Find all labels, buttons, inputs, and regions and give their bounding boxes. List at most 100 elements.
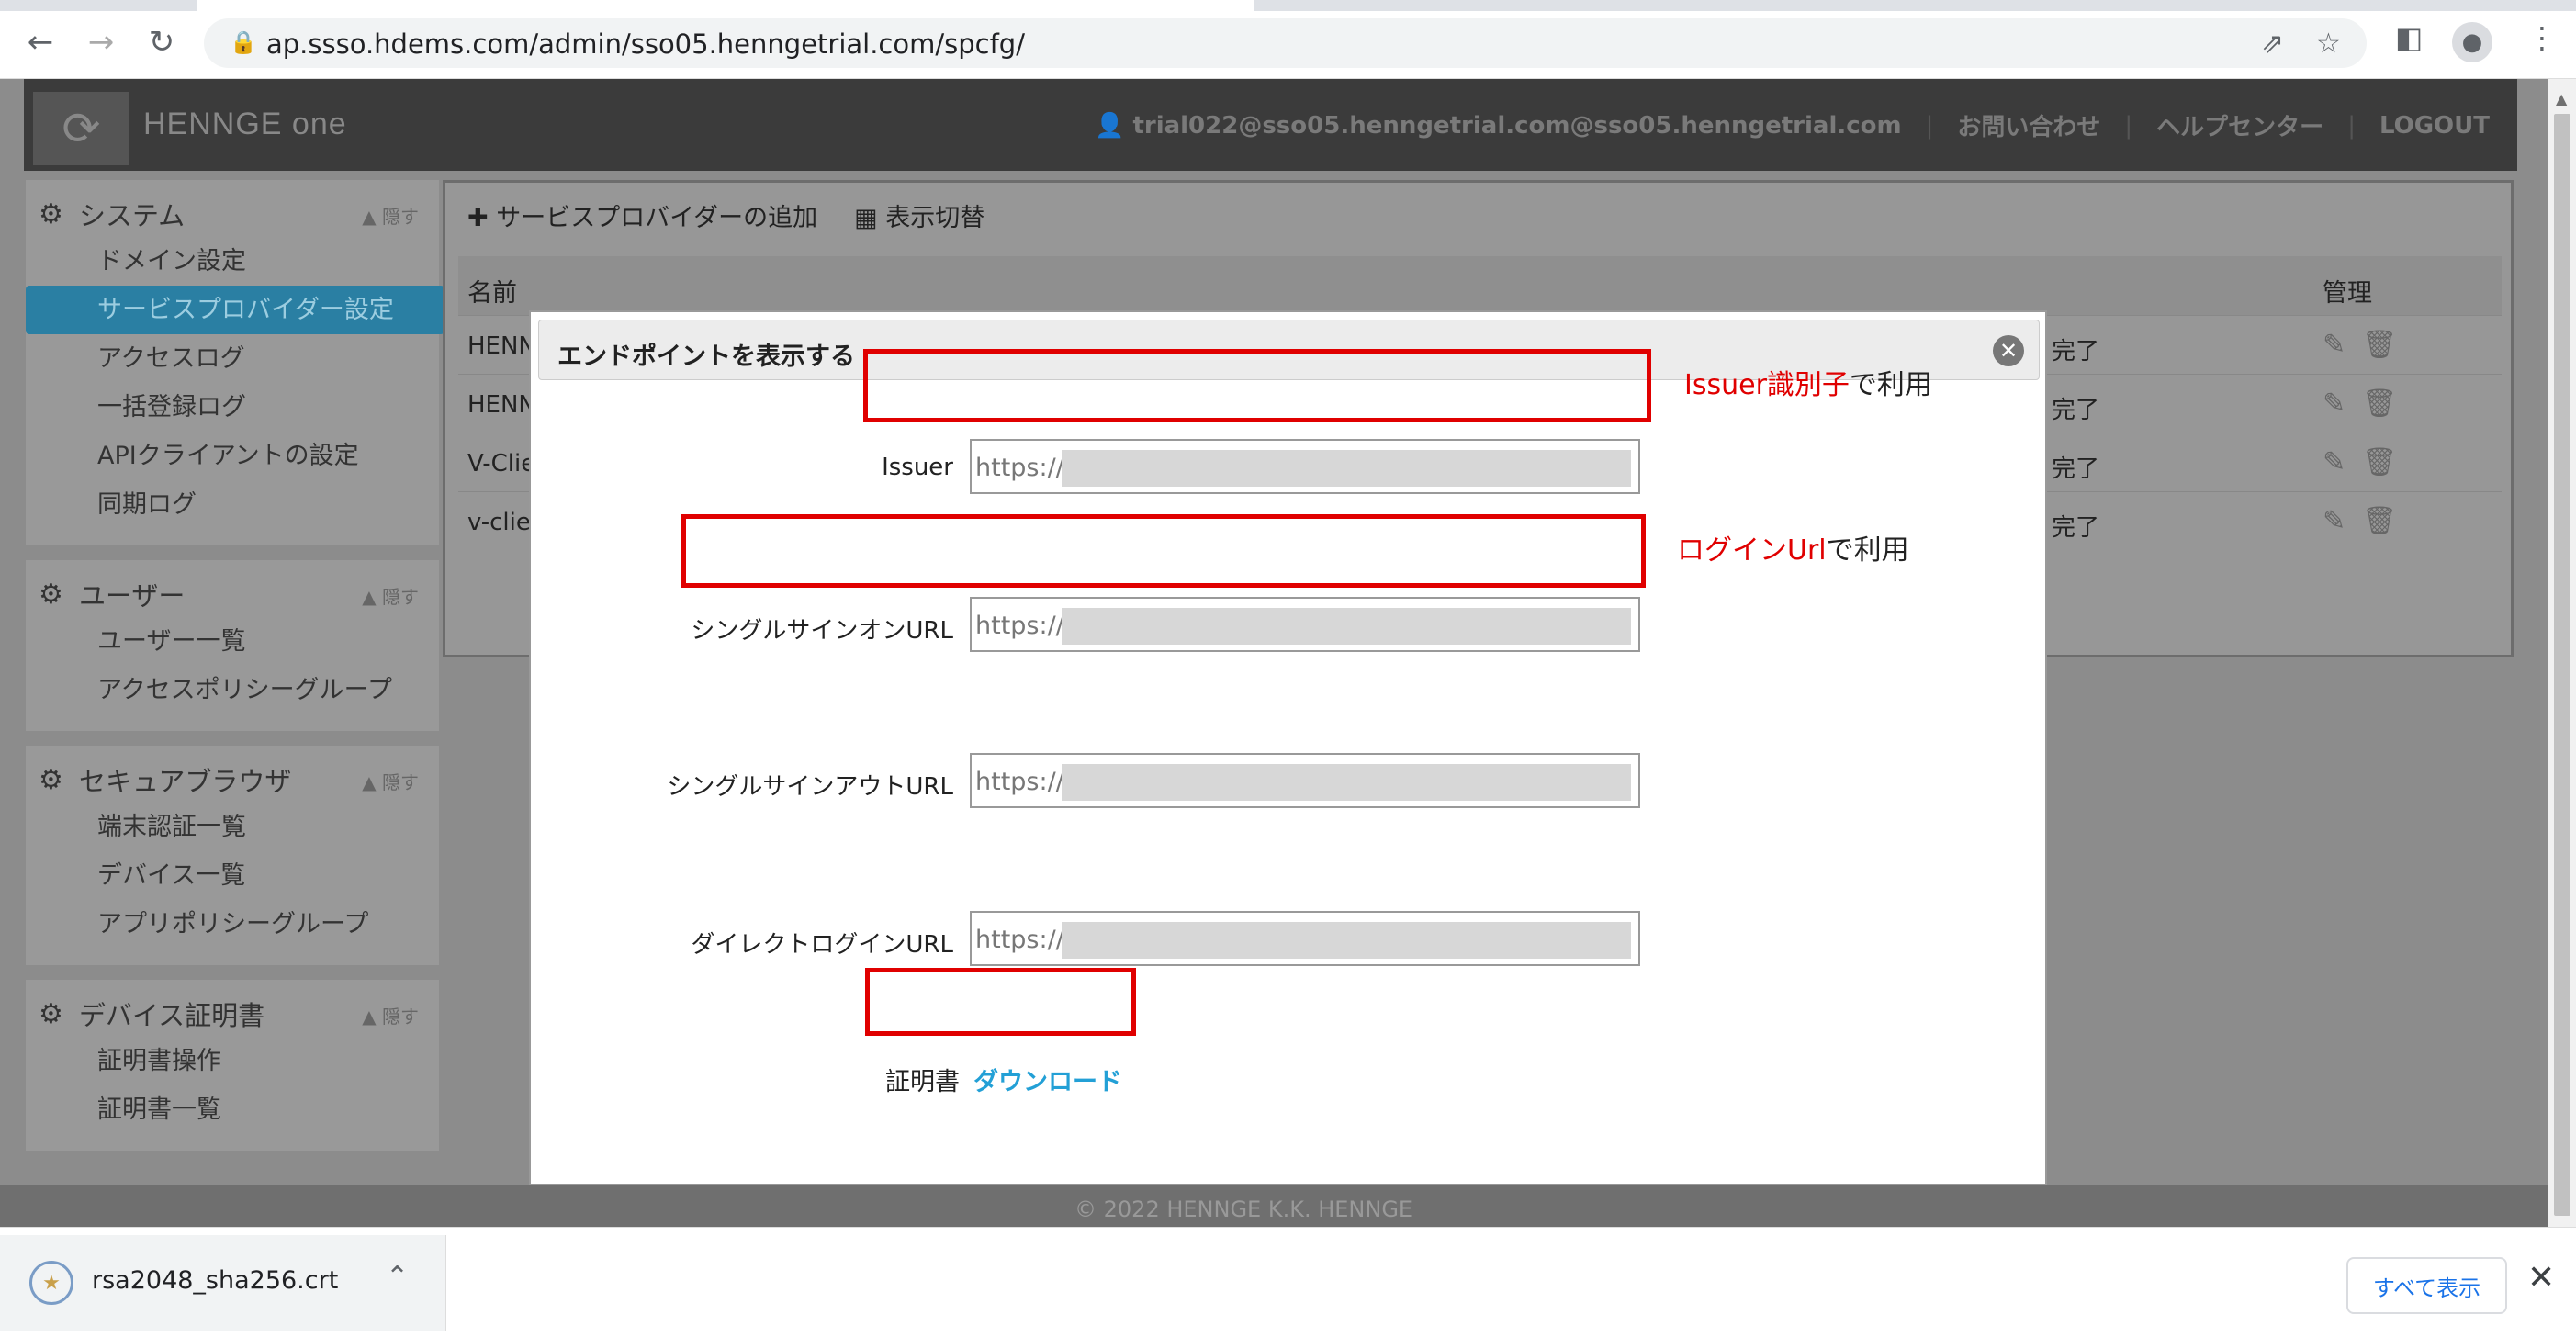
grid-icon: ▦ — [854, 203, 878, 232]
gear-icon: ⚙ — [39, 197, 63, 230]
row-actions: ✎🗑 — [2323, 388, 2413, 420]
plus-icon: ✚ — [467, 203, 489, 232]
reload-icon[interactable]: ↻ — [140, 20, 184, 64]
sso-url-row: シングルサインオンURL https:// — [531, 597, 2049, 656]
brand-name: HENNGE one — [143, 107, 347, 141]
annotation-issuer-black: で利用 — [1849, 369, 1932, 401]
profile-icon[interactable]: ● — [2452, 22, 2492, 62]
col-manage: 管理 — [2323, 279, 2372, 308]
page-footer: © 2022 HENNGE K.K. HENNGE — [0, 1185, 2548, 1227]
modal-title: エンドポイントを表示する — [557, 343, 855, 371]
app-header: ⟳ HENNGE one 👤 trial022@sso05.henngetria… — [24, 79, 2517, 171]
user-account[interactable]: 👤 trial022@sso05.henngetrial.com@sso05.h… — [1095, 112, 1902, 140]
issuer-label: Issuer — [882, 454, 953, 481]
sidebar-item-user-list[interactable]: ユーザー一覧 — [26, 617, 439, 666]
lock-icon[interactable]: 🔒 — [230, 29, 257, 57]
page-scrollbar[interactable]: ▲ — [2548, 79, 2576, 1227]
issuer-field[interactable]: https:// — [970, 439, 1640, 494]
trash-icon[interactable]: 🗑 — [2362, 388, 2413, 420]
close-icon[interactable]: ✕ — [2527, 1259, 2555, 1297]
show-all-button[interactable]: すべて表示 — [2346, 1257, 2507, 1314]
hide-toggle[interactable]: ▲ 隠す — [362, 1002, 419, 1028]
gear-icon: ⚙ — [39, 578, 63, 611]
forward-icon[interactable]: → — [79, 20, 123, 64]
view-toggle-button[interactable]: ▦ 表示切替 — [854, 197, 984, 233]
sidebar-item-app-policy[interactable]: アプリポリシーグループ — [26, 900, 439, 949]
add-service-provider-button[interactable]: ✚ サービスプロバイダーの追加 — [467, 197, 817, 233]
menu-icon[interactable]: ⋮ — [2527, 20, 2557, 55]
sidebar-group-header[interactable]: ⚙ セキュアブラウザ ▲ 隠す — [26, 757, 439, 803]
copyright-text: © 2022 HENNGE K.K. HENNGE — [1074, 1197, 1413, 1222]
trash-icon[interactable]: 🗑 — [2362, 329, 2413, 361]
panel-toolbar: ✚ サービスプロバイダーの追加 ▦ 表示切替 — [445, 183, 2511, 247]
annotation-login-red: ログインUrl — [1677, 534, 1827, 567]
sidebar-item-device-list[interactable]: デバイス一覧 — [26, 851, 439, 900]
endpoint-modal: エンドポイントを表示する ✕ Issuer https:// シングルサインオン… — [529, 310, 2047, 1185]
sidebar-item-service-provider[interactable]: サービスプロバイダー設定 — [26, 286, 444, 334]
henngeone-logo-icon[interactable]: ⟳ — [33, 92, 129, 165]
edit-icon[interactable]: ✎ — [2323, 505, 2362, 537]
edit-icon[interactable]: ✎ — [2323, 388, 2362, 420]
sidebar-group-header[interactable]: ⚙ ユーザー ▲ 隠す — [26, 571, 439, 617]
slo-url-label: シングルサインアウトURL — [667, 773, 953, 801]
contact-link[interactable]: お問い合わせ — [1957, 108, 2100, 142]
direct-login-field[interactable]: https:// — [970, 911, 1640, 966]
sidebar-item-bulk-log[interactable]: 一括登録ログ — [26, 383, 439, 432]
row-actions: ✎🗑 — [2323, 446, 2413, 478]
row-name: HENN — [467, 391, 536, 419]
logout-link[interactable]: LOGOUT — [2379, 112, 2490, 140]
scroll-up-icon[interactable]: ▲ — [2556, 90, 2567, 107]
browser-toolbar: ← → ↻ 🔒 ap.ssso.hdems.com/admin/sso05.he… — [0, 0, 2576, 79]
edit-icon[interactable]: ✎ — [2323, 329, 2362, 361]
active-tab[interactable] — [197, 0, 1254, 11]
user-email: trial022@sso05.henngetrial.com@sso05.hen… — [1132, 111, 1902, 140]
star-icon[interactable]: ☆ — [2316, 28, 2341, 60]
sidebar-item-access-policy[interactable]: アクセスポリシーグループ — [26, 666, 439, 714]
download-item[interactable]: ★ rsa2048_sha256.crt ⌃ — [0, 1235, 446, 1331]
cert-download-link[interactable]: ダウンロード — [973, 1062, 1122, 1097]
divider: | — [1925, 111, 1934, 140]
sidebar-item-api-client[interactable]: APIクライアントの設定 — [26, 432, 439, 480]
trash-icon[interactable]: 🗑 — [2362, 446, 2413, 478]
sidebar-group-header[interactable]: ⚙ システム ▲ 隠す — [26, 191, 439, 237]
slo-url-field[interactable]: https:// — [970, 753, 1640, 808]
url-text[interactable]: ap.ssso.hdems.com/admin/sso05.henngetria… — [266, 28, 1025, 60]
slo-url-row: シングルサインアウトURL https:// — [531, 753, 2049, 812]
sidebar-item-sync-log[interactable]: 同期ログ — [26, 480, 439, 529]
sidebar-group-header[interactable]: ⚙ デバイス証明書 ▲ 隠す — [26, 991, 439, 1037]
sso-url-field[interactable]: https:// — [970, 597, 1640, 652]
sidebar-item-device-auth[interactable]: 端末認証一覧 — [26, 803, 439, 851]
download-filename: rsa2048_sha256.crt — [92, 1266, 339, 1295]
help-center-link[interactable]: ヘルプセンター — [2156, 108, 2323, 142]
page-backdrop: ⟳ HENNGE one 👤 trial022@sso05.henngetria… — [0, 79, 2548, 1227]
row-name: v-clie — [467, 509, 531, 536]
redacted-mask — [1062, 608, 1631, 645]
address-bar[interactable]: 🔒 ap.ssso.hdems.com/admin/sso05.henngetr… — [204, 18, 2367, 68]
scroll-thumb[interactable] — [2554, 114, 2570, 1216]
row-status: 完了 — [2052, 514, 2100, 542]
tab-strip — [0, 0, 2576, 11]
sidebar-item-cert-ops[interactable]: 証明書操作 — [26, 1037, 439, 1085]
sidebar-item-cert-list[interactable]: 証明書一覧 — [26, 1085, 439, 1134]
edit-icon[interactable]: ✎ — [2323, 446, 2362, 478]
trash-icon[interactable]: 🗑 — [2362, 505, 2413, 537]
back-icon[interactable]: ← — [18, 20, 62, 64]
annotation-login: ログインUrlで利用 — [1677, 527, 1909, 567]
row-name: HENN — [467, 332, 536, 360]
hide-toggle[interactable]: ▲ 隠す — [362, 582, 419, 609]
highlight-sso-url — [681, 514, 1646, 588]
hide-toggle[interactable]: ▲ 隠す — [362, 768, 419, 794]
annotation-login-black: で利用 — [1826, 534, 1909, 567]
chevron-up-icon[interactable]: ⌃ — [386, 1261, 409, 1293]
sidepanel-icon[interactable]: ◧ — [2395, 20, 2423, 55]
sidebar-item-access-log[interactable]: アクセスログ — [26, 334, 439, 383]
redacted-mask — [1062, 450, 1631, 487]
share-icon[interactable]: ⇗ — [2261, 28, 2284, 60]
close-icon[interactable]: ✕ — [1993, 335, 2024, 366]
issuer-row: Issuer https:// — [531, 439, 2049, 498]
row-status: 完了 — [2052, 338, 2100, 365]
row-actions: ✎🗑 — [2323, 505, 2413, 537]
certificate-file-icon: ★ — [29, 1261, 73, 1305]
hide-toggle[interactable]: ▲ 隠す — [362, 202, 419, 229]
sidebar-item-domain[interactable]: ドメイン設定 — [26, 237, 439, 286]
